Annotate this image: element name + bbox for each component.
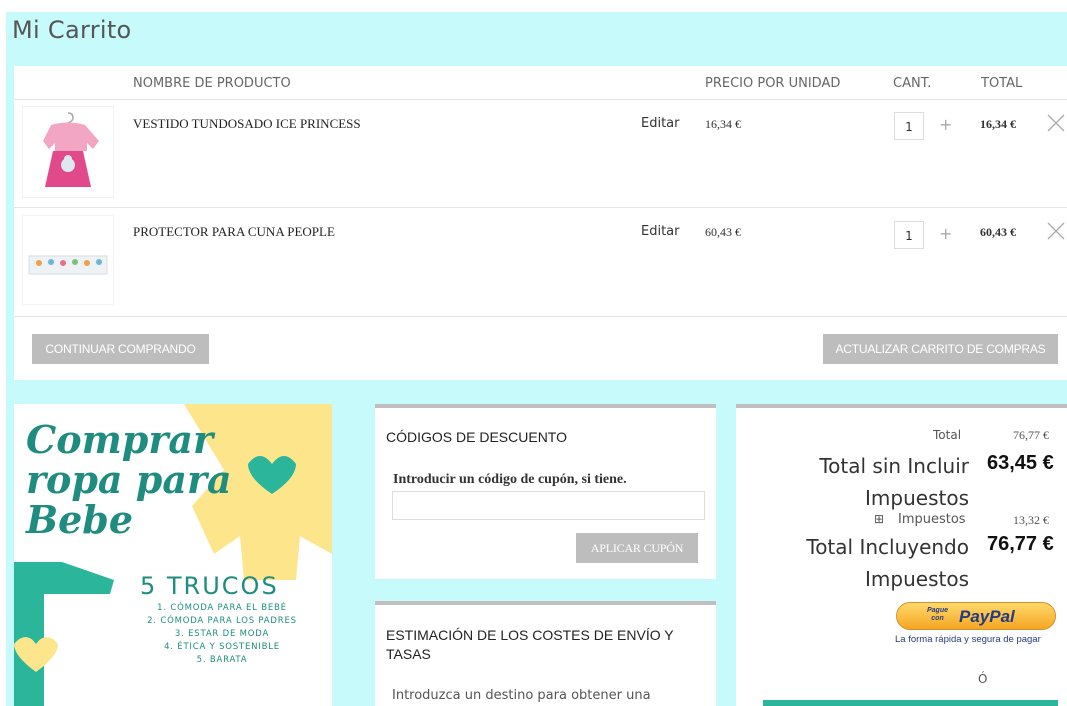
checkout-button[interactable] bbox=[763, 700, 1058, 706]
promo-title-line: ropa para bbox=[26, 457, 232, 502]
promo-tip: 1. CÓMODA PARA EL BEBÉ bbox=[157, 603, 287, 613]
promo-tip: 5. BARATA bbox=[196, 655, 248, 665]
row-divider bbox=[14, 99, 1067, 100]
close-icon bbox=[1047, 222, 1065, 240]
page-title: Mi Carrito bbox=[12, 16, 132, 44]
promo-banner[interactable]: Comprar ropa para Bebe 5 TRUCOS 1. CÓMOD… bbox=[14, 404, 332, 706]
edit-link[interactable]: Editar bbox=[641, 116, 680, 131]
promo-title-line: Bebe bbox=[26, 497, 134, 542]
unit-price: 16,34 € bbox=[705, 117, 741, 131]
paypal-small-text: con bbox=[931, 615, 944, 622]
paypal-tagline: La forma rápida y segura de pagar bbox=[895, 634, 1041, 645]
product-name[interactable]: VESTIDO TUNDOSADO ICE PRINCESS bbox=[133, 116, 361, 132]
promo-tip: 4. ÉTICA Y SOSTENIBLE bbox=[164, 642, 280, 652]
quantity-input[interactable]: 1 bbox=[894, 221, 924, 249]
header-unit-price: PRECIO POR UNIDAD bbox=[705, 76, 841, 91]
grand-total-value: 76,77 € bbox=[987, 533, 1054, 555]
promo-tip: 2. CÓMODA PARA LOS PADRES bbox=[147, 616, 297, 626]
product-image-crib-bumper[interactable] bbox=[22, 215, 114, 305]
crib-bumper-icon bbox=[28, 255, 108, 275]
apply-coupon-button[interactable]: APLICAR CUPÓN bbox=[576, 533, 698, 563]
shipping-title: ESTIMACIÓN DE LOS COSTES DE ENVÍO Y TASA… bbox=[386, 627, 674, 662]
update-cart-button[interactable]: ACTUALIZAR CARRITO DE COMPRAS bbox=[823, 334, 1058, 364]
shipping-intro: Introduzca un destino para obtener una bbox=[392, 688, 651, 703]
product-name[interactable]: PROTECTOR PARA CUNA PEOPLE bbox=[133, 224, 335, 240]
close-icon bbox=[1047, 114, 1065, 132]
paypal-logo: PayPal bbox=[959, 607, 1015, 626]
edit-link[interactable]: Editar bbox=[641, 224, 680, 239]
header-product: NOMBRE DE PRODUCTO bbox=[133, 76, 291, 91]
subtotal-excl-tax-value: 63,45 € bbox=[987, 452, 1054, 474]
total-value: 76,77 € bbox=[1013, 428, 1049, 442]
quantity-plus-button[interactable]: + bbox=[939, 115, 952, 134]
subtotal-excl-tax-label: Total sin Incluir bbox=[819, 454, 969, 478]
dress-icon bbox=[43, 112, 99, 187]
discount-title: CÓDIGOS DE DESCUENTO bbox=[386, 429, 567, 445]
continue-shopping-button[interactable]: CONTINUAR COMPRANDO bbox=[32, 334, 209, 364]
unit-price: 60,43 € bbox=[705, 225, 741, 239]
grand-total-label: Impuestos bbox=[865, 567, 969, 591]
promo-tip: 3. ESTAR DE MODA bbox=[174, 629, 270, 639]
row-divider bbox=[14, 207, 1067, 208]
quantity-input[interactable]: 1 bbox=[894, 112, 924, 140]
row-total: 60,43 € bbox=[980, 225, 1016, 239]
row-divider bbox=[14, 316, 1067, 317]
coupon-label: Introducir un código de cupón, si tiene. bbox=[393, 472, 627, 487]
quantity-plus-button[interactable]: + bbox=[939, 224, 952, 243]
or-separator: Ó bbox=[978, 672, 988, 686]
remove-item-button[interactable] bbox=[1047, 114, 1065, 136]
tax-value: 13,32 € bbox=[1013, 513, 1049, 527]
tax-label: Impuestos bbox=[898, 512, 966, 527]
coupon-input[interactable] bbox=[392, 491, 705, 520]
remove-item-button[interactable] bbox=[1047, 222, 1065, 244]
subtotal-excl-tax-label: Impuestos bbox=[865, 486, 969, 510]
promo-heading: 5 TRUCOS bbox=[140, 572, 279, 600]
promo-title-line: Comprar bbox=[26, 417, 214, 462]
expand-tax-icon[interactable]: ⊞ bbox=[874, 512, 884, 526]
product-image-dress[interactable] bbox=[22, 106, 114, 198]
header-total: TOTAL bbox=[981, 76, 1023, 91]
paypal-small-text: Pague bbox=[927, 607, 949, 614]
grand-total-label: Total Incluyendo bbox=[806, 535, 969, 559]
row-total: 16,34 € bbox=[980, 117, 1016, 131]
header-qty: CANT. bbox=[893, 76, 932, 91]
total-label: Total bbox=[933, 428, 962, 442]
paypal-checkout-button[interactable]: Pague con PayPal bbox=[896, 602, 1056, 630]
